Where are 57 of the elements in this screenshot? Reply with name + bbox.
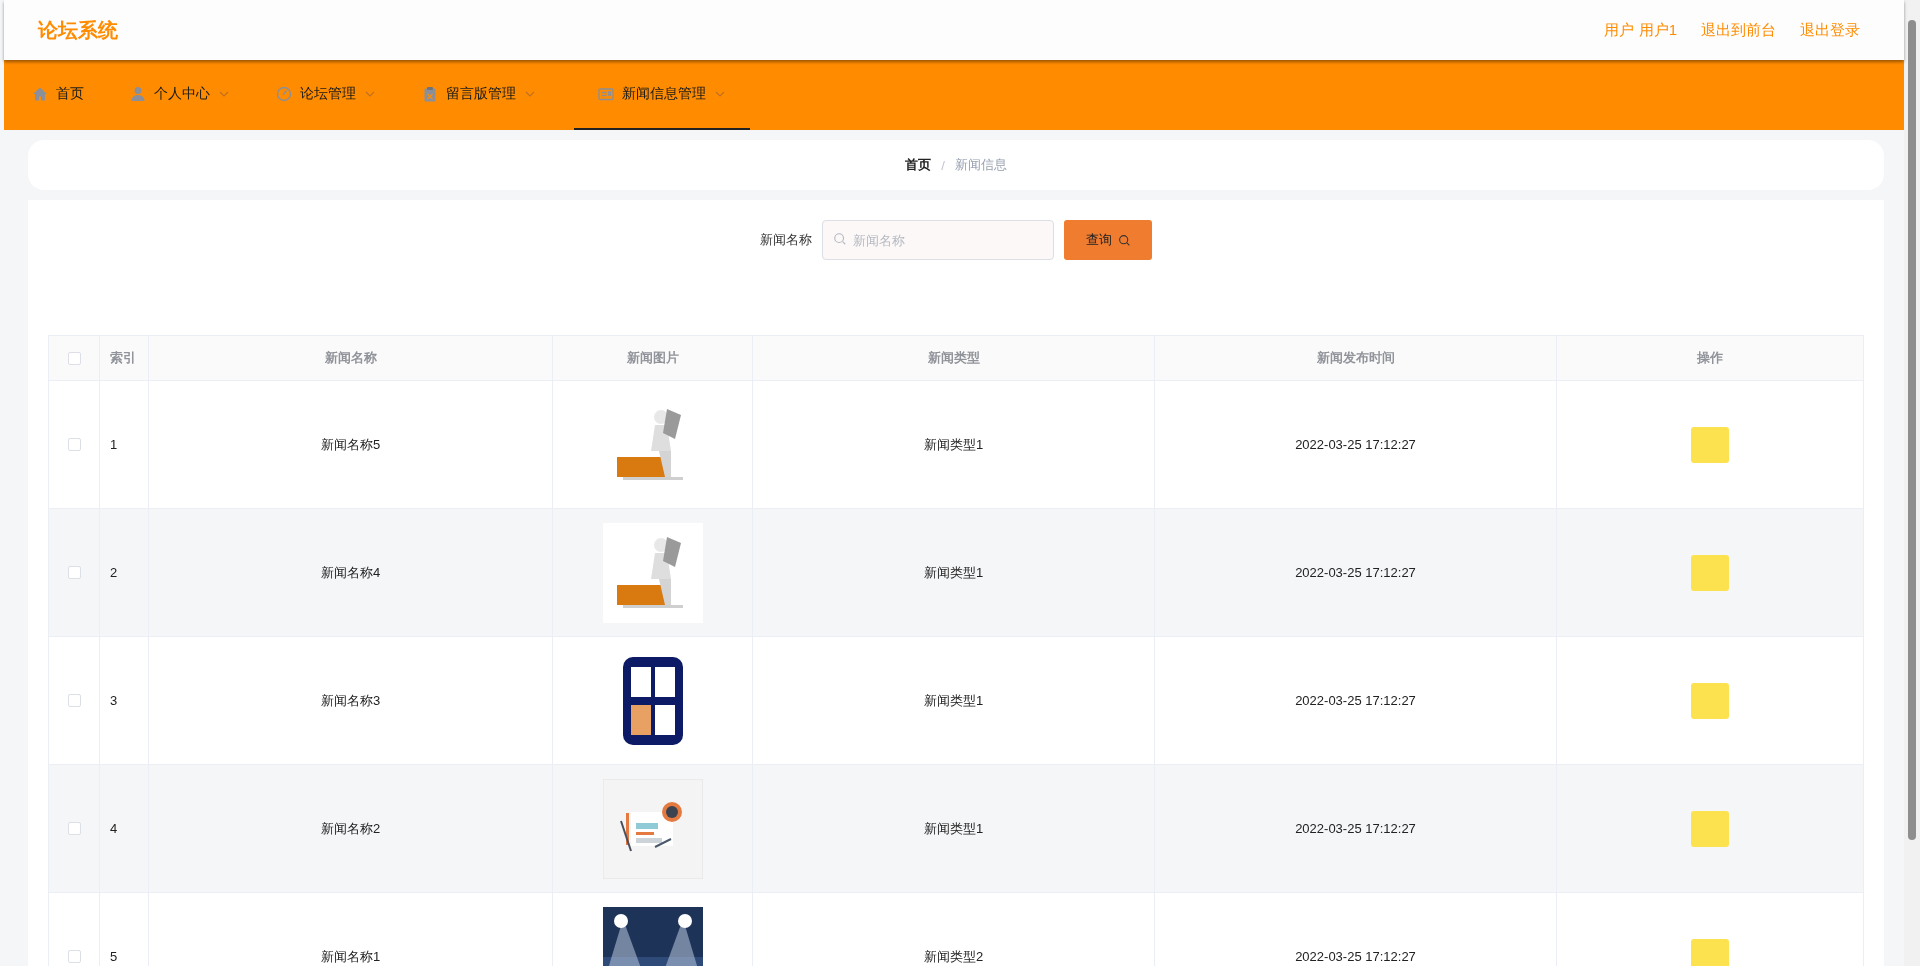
table-cell: 2022-03-25 17:12:27 bbox=[1295, 565, 1416, 580]
nav-item[interactable]: 新闻信息管理 bbox=[574, 60, 750, 130]
table-cell: 2022-03-25 17:12:27 bbox=[1295, 949, 1416, 964]
action-button[interactable] bbox=[1691, 554, 1729, 591]
select-all-checkbox[interactable] bbox=[67, 351, 81, 365]
row-checkbox[interactable] bbox=[67, 438, 81, 451]
table-cell: 新闻类型1 bbox=[923, 819, 984, 838]
table-cell: 新闻类型1 bbox=[923, 435, 984, 454]
search-button[interactable]: 查询 bbox=[1064, 220, 1152, 260]
column-header: 新闻发布时间 bbox=[1316, 349, 1395, 367]
column-header: 新闻名称 bbox=[324, 349, 377, 367]
table-cell: 新闻名称4 bbox=[320, 563, 381, 582]
breadcrumb-item[interactable]: 首页 bbox=[905, 156, 932, 174]
table-cell: 2022-03-25 17:12:27 bbox=[1295, 693, 1416, 708]
row-checkbox[interactable] bbox=[67, 694, 81, 707]
column-header: 索引 bbox=[110, 349, 136, 367]
nav-item[interactable]: 论坛管理 bbox=[268, 60, 400, 130]
nav-item[interactable]: 首页 bbox=[24, 60, 108, 130]
search-icon bbox=[1117, 233, 1131, 247]
table-cell: 1 bbox=[110, 437, 118, 452]
column-header: 新闻类型 bbox=[927, 349, 980, 367]
action-button[interactable] bbox=[1691, 682, 1729, 719]
table-cell: 新闻名称5 bbox=[320, 435, 381, 454]
table-cell: 3 bbox=[110, 693, 118, 708]
column-header: 操作 bbox=[1697, 349, 1723, 367]
table-cell: 5 bbox=[110, 949, 118, 964]
newspaper-icon bbox=[598, 86, 614, 102]
clipboard-icon bbox=[422, 86, 438, 102]
site-title: 论坛系统 bbox=[38, 17, 118, 43]
table-cell: 2022-03-25 17:12:27 bbox=[1295, 437, 1416, 452]
home-icon bbox=[32, 86, 48, 102]
table-cell: 新闻名称3 bbox=[320, 691, 381, 710]
table-cell: 新闻类型1 bbox=[923, 563, 984, 582]
table-cell: 新闻名称1 bbox=[320, 947, 381, 966]
row-checkbox[interactable] bbox=[67, 950, 81, 963]
breadcrumb-item: 新闻信息 bbox=[954, 156, 1007, 174]
table-cell: 新闻类型2 bbox=[923, 947, 984, 966]
table-cell: 2022-03-25 17:12:27 bbox=[1295, 821, 1416, 836]
scrollbar[interactable] bbox=[1904, 0, 1920, 966]
nav-item[interactable]: 留言版管理 bbox=[414, 60, 560, 130]
search-icon bbox=[833, 232, 847, 246]
table-cell: 新闻类型1 bbox=[923, 691, 984, 710]
table-cell: 2 bbox=[110, 565, 118, 580]
breadcrumb-separator: / bbox=[941, 157, 945, 173]
table-cell: 新闻名称2 bbox=[320, 819, 381, 838]
row-checkbox[interactable] bbox=[67, 566, 81, 579]
nav-item[interactable]: 个人中心 bbox=[122, 60, 254, 130]
action-button[interactable] bbox=[1691, 938, 1729, 966]
row-checkbox[interactable] bbox=[67, 822, 81, 835]
table-cell: 4 bbox=[110, 821, 118, 836]
search-label: 新闻名称 bbox=[760, 231, 812, 249]
compass-icon bbox=[276, 86, 292, 102]
user-icon bbox=[130, 86, 146, 102]
action-button[interactable] bbox=[1691, 426, 1729, 463]
action-button[interactable] bbox=[1691, 810, 1729, 847]
column-header: 新闻图片 bbox=[626, 349, 679, 367]
search-field[interactable]: 新闻名称 bbox=[822, 220, 1054, 260]
